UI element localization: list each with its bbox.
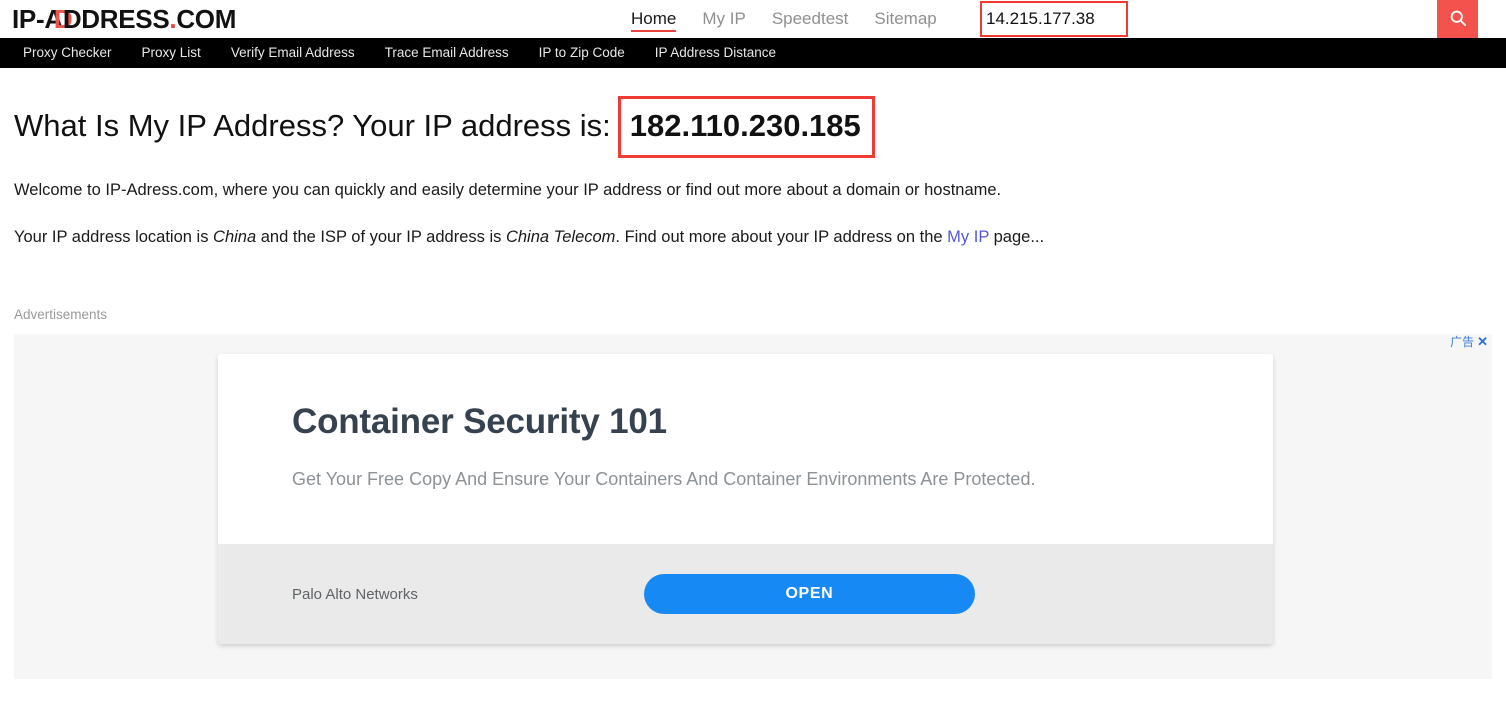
page-title-text: What Is My IP Address? Your IP address i…: [14, 108, 611, 143]
intro-line-1: Welcome to IP-Adress.com, where you can …: [14, 158, 1492, 205]
logo-suffix: COM: [176, 4, 237, 34]
ad-card-body: Container Security 101 Get Your Free Cop…: [218, 354, 1273, 544]
primary-nav: Home My IP Speedtest Sitemap: [618, 0, 950, 38]
ad-open-button[interactable]: OPEN: [643, 574, 975, 614]
search-icon: [1448, 8, 1468, 31]
nav-item-speedtest[interactable]: Speedtest: [759, 0, 862, 38]
subnav-item-proxy-list[interactable]: Proxy List: [127, 38, 216, 68]
ip-address-highlight: 182.110.230.185: [617, 96, 875, 158]
intro-isp-prefix: and the ISP of your IP address is: [256, 228, 506, 246]
nav-item-my-ip[interactable]: My IP: [689, 0, 758, 38]
intro-isp-value: China Telecom: [505, 228, 616, 246]
main-content: What Is My IP Address? Your IP address i…: [0, 68, 1506, 252]
ad-container: 广告 ✕ Container Security 101 Get Your Fre…: [14, 334, 1492, 679]
ad-title: Container Security 101: [292, 402, 667, 441]
ad-subtitle: Get Your Free Copy And Ensure Your Conta…: [292, 469, 1036, 489]
ad-brand-name: Palo Alto Networks: [292, 585, 418, 603]
ad-tag-label: 广告: [1450, 335, 1475, 349]
search-field-wrapper[interactable]: [980, 2, 1128, 36]
ad-choices-tag[interactable]: 广告 ✕: [1450, 335, 1488, 350]
subnav-item-ip-to-zip-code[interactable]: IP to Zip Code: [524, 38, 640, 68]
subnav-item-trace-email-address[interactable]: Trace Email Address: [370, 38, 524, 68]
my-ip-link[interactable]: My IP: [947, 228, 989, 246]
subnav-item-proxy-checker[interactable]: Proxy Checker: [8, 38, 127, 68]
search-button[interactable]: [1437, 0, 1478, 38]
nav-item-home[interactable]: Home: [618, 0, 689, 38]
advertisements-label: Advertisements: [14, 307, 108, 322]
intro-line-2: Your IP address location is China and th…: [14, 205, 1492, 252]
subnav-item-ip-address-distance[interactable]: IP Address Distance: [640, 38, 791, 68]
intro-link-prefix: . Find out more about your IP address on…: [615, 228, 948, 246]
close-icon[interactable]: ✕: [1477, 335, 1488, 349]
subnav-item-verify-email-address[interactable]: Verify Email Address: [216, 38, 370, 68]
ad-card[interactable]: Container Security 101 Get Your Free Cop…: [218, 354, 1273, 644]
nav-item-sitemap[interactable]: Sitemap: [861, 0, 949, 38]
search-input[interactable]: [980, 2, 1128, 36]
secondary-nav: Proxy Checker Proxy List Verify Email Ad…: [0, 38, 1506, 68]
ip-address-value: 182.110.230.185: [629, 108, 861, 143]
intro-location-value: China: [213, 228, 257, 246]
logo-middle: DRESS: [81, 4, 170, 34]
site-logo[interactable]: IP-A D DDRESS.COM: [12, 2, 236, 36]
ad-card-footer: Palo Alto Networks OPEN: [218, 544, 1273, 644]
logo-strike-real: D: [62, 4, 82, 34]
logo-strike-letter: DD: [54, 2, 82, 36]
intro-location-prefix: Your IP address location is: [14, 228, 214, 246]
intro-line-1-text: Welcome to IP-Adress.com, where you can …: [14, 181, 1002, 199]
intro-link-suffix: page...: [989, 228, 1045, 246]
site-header: IP-A D DDRESS.COM Home My IP Speedtest Sit…: [0, 0, 1506, 38]
page-title: What Is My IP Address? Your IP address i…: [14, 68, 1492, 158]
